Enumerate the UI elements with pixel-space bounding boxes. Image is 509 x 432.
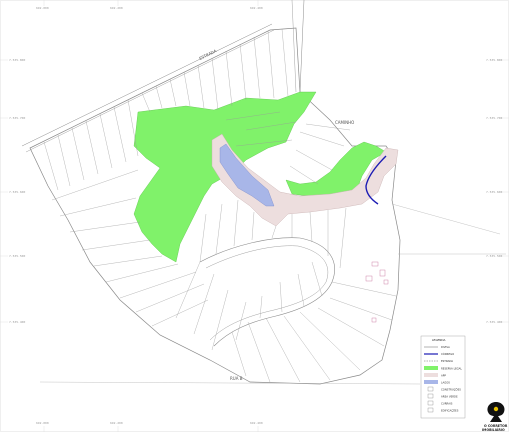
legend-label-divisa: DIVISA [441, 345, 450, 349]
legend: LEGENDA DIVISA CÓRREGO ESTRADA RESERVA L… [420, 335, 466, 419]
grid-label-right-2: 7.535.600 [486, 190, 502, 194]
grid-label-left-4: 7.535.400 [9, 320, 25, 324]
logo-mark-eye-icon [493, 406, 499, 412]
legend-label-road: ESTRADA [441, 359, 453, 363]
grid-label-bottom-2: 692.400 [250, 421, 263, 425]
legend-symbol-app [424, 373, 438, 377]
grid-label-left-1: 7.535.700 [9, 116, 25, 120]
street-label-south: RUA B [230, 376, 243, 381]
grid-label-left-2: 7.535.600 [9, 190, 25, 194]
grid-label-top-1: 692.200 [110, 6, 123, 10]
legend-symbol-lake [424, 380, 438, 384]
grid-label-right-1: 7.535.700 [486, 116, 502, 120]
street-label-east: CAMINHO [335, 120, 354, 125]
legend-label-app: APP [441, 374, 446, 378]
legend-label-corrals: CURRAIS [441, 402, 453, 406]
legend-title: LEGENDA [432, 338, 445, 342]
grid-label-right-3: 7.535.500 [486, 254, 502, 258]
legend-label-reserve: RESERVA LEGAL [441, 367, 462, 371]
grid-label-bottom-1: 692.200 [110, 421, 123, 425]
legend-symbol-reserve [424, 366, 438, 370]
grid-label-bottom-0: 692.000 [36, 421, 49, 425]
grid-label-right-0: 7.535.800 [486, 58, 502, 62]
grid-label-left-0: 7.535.800 [9, 58, 25, 62]
grid-label-left-3: 7.535.500 [9, 254, 25, 258]
grid-label-right-4: 7.535.400 [486, 320, 502, 324]
site-plan-map: 7.535.800 7.535.700 7.535.600 7.535.500 … [0, 0, 509, 432]
legend-label-lake: LAGOS [441, 381, 450, 385]
logo-line2: IMOBILIÁRIO [482, 427, 505, 432]
grid-label-top-2: 692.400 [250, 6, 263, 10]
grid-label-top-0: 692.000 [36, 6, 49, 10]
